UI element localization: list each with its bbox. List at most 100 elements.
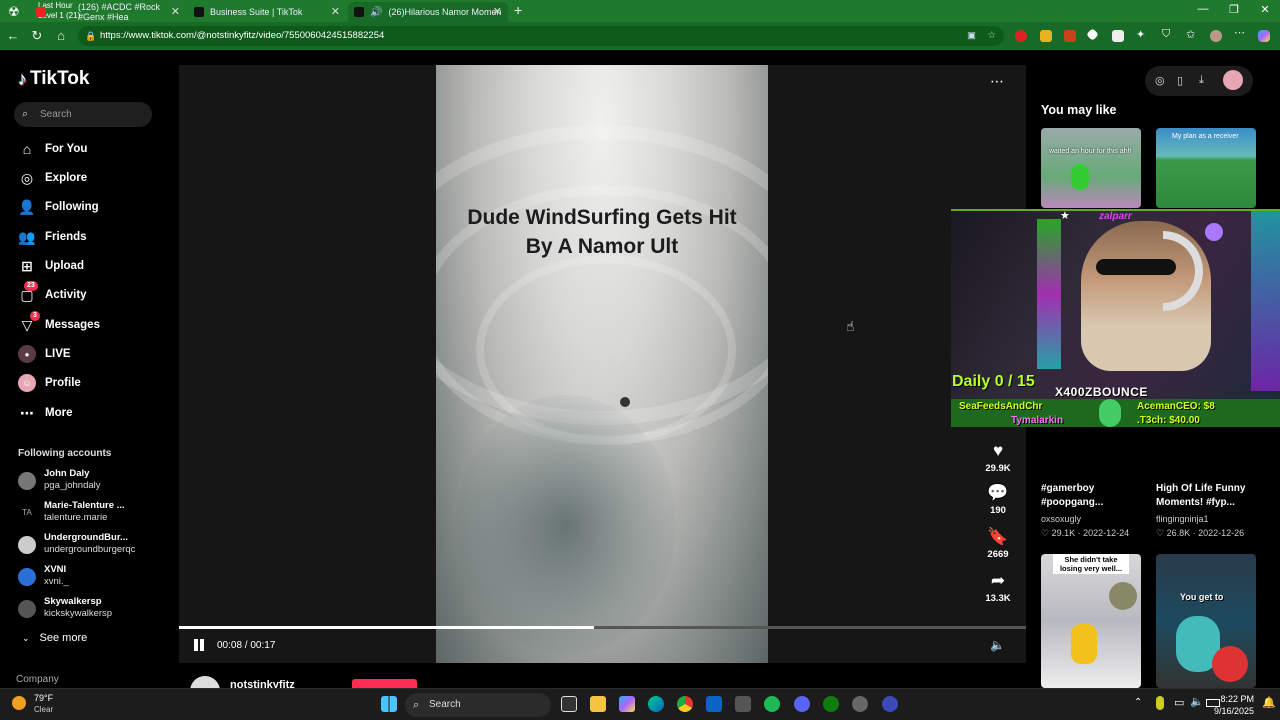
extension-fox-icon[interactable] <box>1064 30 1076 42</box>
nav-explore[interactable]: ◎ Explore <box>18 167 87 189</box>
account-item[interactable]: Skywalkersp kickskywalkersp <box>18 596 168 624</box>
url-input[interactable]: 🔒 https://www.tiktok.com/@notstinkyfitz/… <box>78 26 1004 46</box>
network-icon[interactable]: ▭ <box>1174 696 1184 709</box>
taskbar-clock[interactable]: 8:22 PM 9/16/2025 <box>1208 693 1254 717</box>
follow-button[interactable] <box>352 679 417 688</box>
outlook-icon[interactable] <box>706 696 722 712</box>
nav-for-you[interactable]: ⌂ For You <box>18 138 88 160</box>
extension-shield-icon[interactable]: ⛉ <box>1162 28 1174 40</box>
settings-gear-icon[interactable] <box>852 696 868 712</box>
close-icon[interactable]: ✕ <box>331 5 340 18</box>
nav-activity[interactable]: ▢ Activity 23 <box>18 281 87 306</box>
pause-icon[interactable] <box>193 639 205 651</box>
minimize-button[interactable]: — <box>1188 3 1218 15</box>
author-name[interactable]: notstinkyfitz <box>230 679 295 688</box>
avatar[interactable] <box>1223 70 1243 90</box>
nav-live[interactable]: ● LIVE <box>18 343 71 365</box>
account-item[interactable]: John Daly pga_johndaly <box>18 468 168 496</box>
back-button[interactable]: ← <box>4 27 22 45</box>
see-more-button[interactable]: ⌄ See more <box>22 632 87 644</box>
recommendation-thumbnail[interactable]: My plan as a receiver <box>1156 128 1256 208</box>
company-link[interactable]: Company <box>16 674 59 685</box>
weather-widget[interactable]: 79°F Clear <box>10 692 70 718</box>
recommendation-title[interactable]: High Of Life Funny Moments! #fyp... <box>1156 482 1266 510</box>
recommendation-thumbnail[interactable]: waited an hour for this ahh <box>1041 128 1141 208</box>
tab-acdc[interactable]: (126) #ACDC #Rock #Genx #Hea ✕ <box>30 2 186 22</box>
discord-icon[interactable] <box>794 696 810 712</box>
browser-menu-icon[interactable]: ⋯ <box>1234 26 1246 39</box>
favorite-star-icon[interactable]: ☆ <box>987 26 996 46</box>
recommendation-thumbnail[interactable]: You get to <box>1156 554 1256 688</box>
nav-label: Messages <box>45 319 100 331</box>
store-icon[interactable] <box>735 696 751 712</box>
windows-start-icon[interactable] <box>381 696 397 712</box>
task-view-icon[interactable] <box>561 696 577 712</box>
nav-label: For You <box>45 143 88 155</box>
video-frame[interactable]: Dude WindSurfing Gets Hit By A Namor Ult <box>436 65 768 663</box>
nav-friends[interactable]: 👥 Friends <box>18 226 86 248</box>
nav-following[interactable]: 👤 Following <box>18 196 98 218</box>
close-icon[interactable]: ✕ <box>493 5 502 18</box>
compass-icon[interactable]: ◎ <box>1155 74 1165 87</box>
close-icon[interactable]: ✕ <box>171 5 180 18</box>
tab-business-suite[interactable]: Business Suite | TikTok ✕ <box>188 2 346 22</box>
account-name: Skywalkersp <box>44 596 102 607</box>
extensions-puzzle-icon[interactable]: ✦ <box>1136 28 1148 41</box>
account-item[interactable]: TA Marie-Talenture ... talenture.marie <box>18 500 168 528</box>
file-explorer-icon[interactable] <box>590 696 606 712</box>
spotify-icon[interactable] <box>764 696 780 712</box>
extension-red-icon[interactable] <box>1015 30 1027 42</box>
post-date: 2022-12-24 <box>1083 528 1130 538</box>
download-icon[interactable]: ⤓ <box>1199 74 1204 87</box>
share-button[interactable]: ➦ 13.3K <box>981 571 1015 604</box>
recommendation-title[interactable]: #gamerboy #poopgang... <box>1041 482 1141 510</box>
favorites-icon[interactable]: ✩ <box>1186 28 1198 41</box>
copilot-icon[interactable] <box>1258 30 1270 42</box>
microphone-icon[interactable] <box>1156 696 1164 710</box>
recommendation-user[interactable]: oxsoxugly <box>1041 514 1081 524</box>
home-button[interactable]: ⌂ <box>52 27 70 45</box>
tab-namor[interactable]: 🔊 (26)Hilarious Namor Momen ✕ <box>348 2 508 22</box>
copilot-icon[interactable] <box>619 696 635 712</box>
streamer-webcam-overlay: ★ zalparr Daily 0 / 15 X400ZBOUNCE SeaFe… <box>951 209 1280 427</box>
speaker-icon[interactable]: 🔊 <box>370 7 382 18</box>
tray-chevron-icon[interactable]: ⌃ <box>1134 697 1142 708</box>
video-progress-bar[interactable] <box>179 626 1026 629</box>
nav-upload[interactable]: ⊞ Upload <box>18 255 84 277</box>
extension-mail-icon[interactable] <box>1112 30 1124 42</box>
nav-messages[interactable]: ▽ Messages 3 <box>18 311 100 336</box>
video-player[interactable]: Dude WindSurfing Gets Hit By A Namor Ult… <box>179 65 1026 663</box>
edge-icon[interactable] <box>648 696 664 712</box>
chrome-icon[interactable] <box>677 696 693 712</box>
account-item[interactable]: UndergroundBur... undergroundburgerqc <box>18 532 168 560</box>
volume-icon[interactable]: 🔈 <box>990 638 1005 652</box>
comment-button[interactable]: 💬 190 <box>981 483 1015 516</box>
app-icon[interactable] <box>882 696 898 712</box>
new-tab-button[interactable]: + <box>514 2 522 18</box>
save-button[interactable]: 🔖 2669 <box>981 527 1015 560</box>
more-options-icon[interactable]: ⋯ <box>990 73 1004 90</box>
maximize-button[interactable]: ❐ <box>1219 3 1249 16</box>
character-shape <box>1071 164 1089 190</box>
nav-profile[interactable]: ☺ Profile <box>18 372 81 394</box>
profile-avatar-icon[interactable] <box>1210 30 1222 42</box>
recommendation-thumbnail[interactable]: She didn't take losing very well... <box>1041 554 1141 688</box>
messages-badge: 3 <box>30 311 40 321</box>
nav-more[interactable]: ⋯ More <box>18 402 72 424</box>
close-window-button[interactable]: ✕ <box>1250 3 1280 16</box>
account-item[interactable]: XVNI xvni._ <box>18 564 168 592</box>
phone-icon[interactable]: ▯ <box>1177 74 1183 87</box>
notification-bell-icon[interactable]: 🔔 <box>1262 696 1276 709</box>
extension-yellow-icon[interactable] <box>1040 30 1052 42</box>
taskbar-search[interactable]: ⌕ Search <box>405 693 551 717</box>
recommendation-user[interactable]: flingingninja1 <box>1156 514 1209 524</box>
split-screen-icon[interactable]: ▣ <box>967 26 976 46</box>
refresh-button[interactable]: ↻ <box>28 27 46 45</box>
extension-diamond-icon[interactable] <box>1086 28 1099 41</box>
search-input[interactable]: ⌕ Search <box>14 102 152 127</box>
like-button[interactable]: ♥ 29.9K <box>981 441 1015 474</box>
xbox-icon[interactable] <box>823 696 839 712</box>
browser-app-icon[interactable]: ☢ <box>8 4 26 20</box>
tiktok-logo[interactable]: ♪ TikTok <box>18 68 89 90</box>
volume-icon[interactable]: 🔈 <box>1190 695 1204 708</box>
